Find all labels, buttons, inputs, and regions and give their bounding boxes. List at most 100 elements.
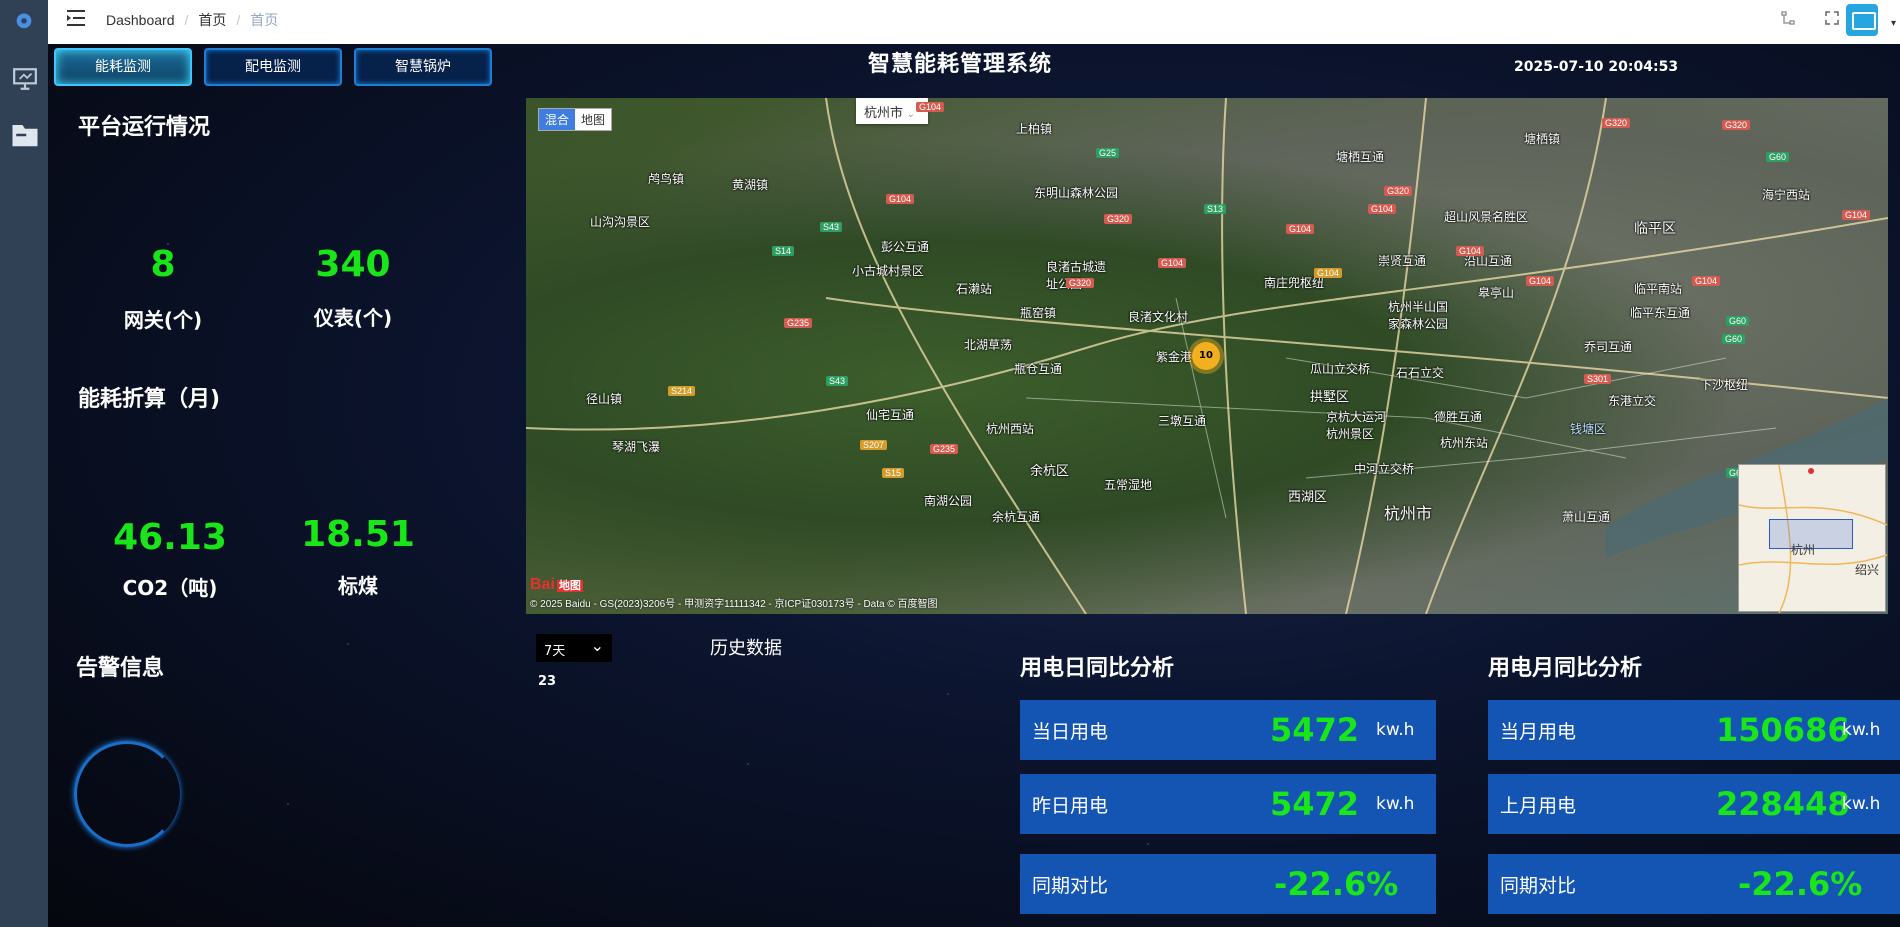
history-title: 历史数据 bbox=[710, 638, 782, 659]
daily-today-label: 当日用电 bbox=[1032, 720, 1109, 743]
breadcrumb-item-dashboard[interactable]: Dashboard bbox=[106, 12, 175, 28]
road-badge: G104 bbox=[886, 194, 915, 204]
map-label: 石石立交 bbox=[1396, 366, 1445, 380]
map-overview[interactable]: 杭州 绍兴 bbox=[1738, 464, 1887, 613]
map-label: 临平东互通 bbox=[1630, 306, 1691, 320]
menu-toggle-icon[interactable] bbox=[66, 9, 86, 27]
loading-ring-icon bbox=[74, 741, 180, 847]
road-badge: G60 bbox=[1722, 334, 1746, 344]
map-label: 北湖草荡 bbox=[964, 338, 1013, 352]
map-label: 杭州东站 bbox=[1440, 436, 1489, 450]
tab-power-distribution[interactable]: 配电监测 bbox=[204, 48, 342, 86]
platform-title: 平台运行情况 bbox=[78, 115, 211, 140]
coal-value: 18.51 bbox=[301, 514, 415, 555]
map-label: 小古城村景区 bbox=[852, 264, 925, 278]
map-label: 琴湖飞瀑 bbox=[612, 440, 661, 454]
monthly-last-value: 228448 bbox=[1716, 785, 1850, 823]
map-label: 乔司互通 bbox=[1584, 340, 1633, 354]
daily-today-unit: kw.h bbox=[1376, 720, 1415, 740]
map-label: 拱墅区 bbox=[1310, 389, 1350, 404]
road-badge: G320 bbox=[1104, 214, 1133, 224]
coal-label: 标煤 bbox=[338, 574, 378, 598]
top-navbar: Dashboard / 首页 / 首页 ▾ bbox=[48, 0, 1900, 44]
road-badge: G25 bbox=[1096, 148, 1120, 158]
daily-yesterday-card: 昨日用电 5472 kw.h bbox=[1020, 774, 1436, 834]
road-badge: G104 bbox=[1158, 258, 1187, 268]
road-badge: G320 bbox=[1066, 278, 1095, 288]
road-badge: G104 bbox=[1368, 204, 1397, 214]
road-badge: G104 bbox=[1842, 210, 1871, 220]
map-label: 皋亭山 bbox=[1478, 286, 1515, 300]
road-badge: G104 bbox=[916, 102, 945, 112]
map-label: 上柏镇 bbox=[1016, 122, 1053, 136]
folder-icon[interactable] bbox=[10, 120, 40, 150]
map-copyright: © 2025 Baidu - GS(2023)3206号 - 甲测资字11111… bbox=[530, 599, 938, 610]
monthly-last-card: 上月用电 228448 kw.h bbox=[1488, 774, 1900, 834]
daily-yesterday-unit: kw.h bbox=[1376, 794, 1415, 814]
gateway-count: 8 bbox=[150, 244, 176, 285]
road-badge: G60 bbox=[1726, 316, 1750, 326]
map-label: 鸬鸟镇 bbox=[648, 172, 685, 186]
map-label: 三墩互通 bbox=[1158, 414, 1207, 428]
map-label: 南湖公园 bbox=[924, 494, 973, 508]
presentation-icon[interactable] bbox=[12, 66, 38, 92]
dashboard-icon[interactable] bbox=[13, 8, 35, 30]
road-badge: G104 bbox=[1456, 246, 1485, 256]
range-select[interactable]: 7天 bbox=[536, 634, 612, 662]
system-title: 智慧能耗管理系统 bbox=[868, 52, 1053, 77]
road-badge: G235 bbox=[930, 444, 959, 454]
road-badge: G104 bbox=[1692, 276, 1721, 286]
breadcrumb-item-home[interactable]: 首页 bbox=[198, 10, 226, 30]
monthly-last-label: 上月用电 bbox=[1500, 794, 1577, 817]
meter-count: 340 bbox=[315, 244, 391, 285]
monthly-title: 用电月同比分析 bbox=[1488, 656, 1643, 681]
overview-label-shaoxing: 绍兴 bbox=[1855, 563, 1880, 577]
map-label: 瓶仓互通 bbox=[1014, 362, 1063, 376]
map-label: 杭州市 bbox=[1384, 506, 1433, 523]
monthly-compare-label: 同期对比 bbox=[1500, 874, 1577, 897]
map-label: 山沟沟景区 bbox=[590, 215, 651, 229]
map-cluster-marker[interactable]: 10 bbox=[1192, 342, 1220, 370]
daily-today-card: 当日用电 5472 kw.h bbox=[1020, 700, 1436, 760]
road-badge: G320 bbox=[1722, 120, 1751, 130]
daily-title: 用电日同比分析 bbox=[1020, 656, 1175, 681]
map-label: 仙宅互通 bbox=[866, 408, 915, 422]
map-label: 下沙枢纽 bbox=[1700, 378, 1749, 392]
map-label: 杭州半山国家森林公园 bbox=[1388, 300, 1449, 331]
map-label: 五常湿地 bbox=[1104, 478, 1153, 492]
co2-value: 46.13 bbox=[113, 517, 227, 558]
road-badge: G104 bbox=[1526, 276, 1555, 286]
chevron-down-icon[interactable]: ▾ bbox=[1891, 18, 1896, 29]
daily-today-value: 5472 bbox=[1270, 711, 1360, 749]
map-type-map[interactable]: 地图 bbox=[575, 109, 611, 130]
road-badge: G320 bbox=[1384, 186, 1413, 196]
history-value: 23 bbox=[538, 674, 557, 689]
map-type-switch[interactable]: 混合 地图 bbox=[538, 108, 613, 131]
map-label: 瓜山立交桥 bbox=[1310, 362, 1371, 376]
map-label: 超山风景名胜区 bbox=[1444, 210, 1529, 224]
tab-energy-monitor[interactable]: 能耗监测 bbox=[54, 48, 192, 86]
avatar[interactable] bbox=[1846, 4, 1878, 36]
map-label: 黄湖镇 bbox=[732, 178, 769, 192]
co2-label: CO2（吨) bbox=[122, 576, 218, 600]
map-label: 彭公互通 bbox=[881, 240, 930, 254]
map-label: 西湖区 bbox=[1288, 489, 1328, 504]
road-badge: S207 bbox=[860, 440, 888, 450]
monthly-this-unit: kw.h bbox=[1842, 720, 1881, 740]
breadcrumb: Dashboard / 首页 / 首页 bbox=[106, 10, 279, 30]
monthly-this-label: 当月用电 bbox=[1500, 720, 1577, 743]
sitemap-icon[interactable] bbox=[1780, 10, 1796, 26]
map-view[interactable]: 混合 地图 杭州市 ⌄ 上柏镇 塘栖互通 塘栖镇 东明山森林公园 良渚古城遗址公… bbox=[526, 98, 1888, 614]
monthly-this-card: 当月用电 150686 kw.h bbox=[1488, 700, 1900, 760]
daily-compare-card: 同期对比 -22.6% bbox=[1020, 854, 1436, 914]
tab-smart-boiler[interactable]: 智慧锅炉 bbox=[354, 48, 492, 86]
road-badge: S14 bbox=[772, 246, 795, 256]
road-badge: S214 bbox=[668, 386, 696, 396]
fullscreen-icon[interactable] bbox=[1824, 10, 1840, 26]
road-badge: S43 bbox=[826, 376, 849, 386]
map-label: 德胜互通 bbox=[1434, 410, 1483, 424]
energy-title: 能耗折算（月) bbox=[78, 387, 221, 412]
map-label: 瓶窑镇 bbox=[1020, 306, 1057, 320]
map-type-hybrid[interactable]: 混合 bbox=[539, 109, 576, 130]
meter-label: 仪表(个) bbox=[313, 306, 393, 330]
